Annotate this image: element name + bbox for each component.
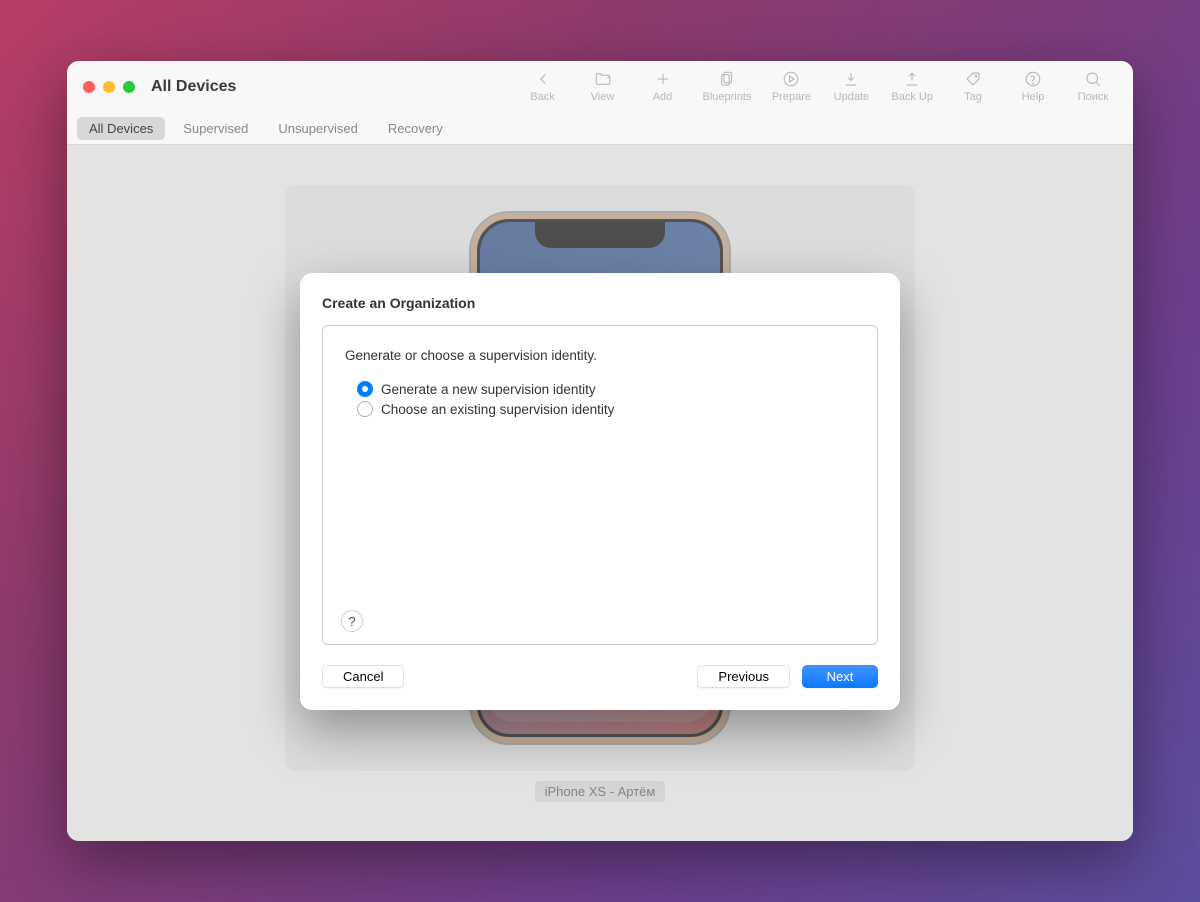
cancel-button[interactable]: Cancel: [322, 665, 404, 688]
toolbar-add[interactable]: Add: [643, 69, 683, 103]
dialog-footer-right: Previous Next: [697, 665, 878, 688]
blueprints-icon: [717, 69, 737, 89]
minimize-window-button[interactable]: [103, 81, 115, 93]
app-window: All Devices Back View Add: [67, 61, 1133, 841]
folder-icon: [593, 69, 613, 89]
titlebar: All Devices Back View Add: [67, 61, 1133, 113]
toolbar-label: View: [591, 91, 615, 103]
toolbar-help[interactable]: Help: [1013, 69, 1053, 103]
toolbar-label: Prepare: [772, 91, 811, 103]
radio-group: Generate a new supervision identity Choo…: [357, 381, 855, 417]
download-icon: [841, 69, 861, 89]
toolbar-prepare[interactable]: Prepare: [771, 69, 811, 103]
toolbar-view[interactable]: View: [583, 69, 623, 103]
tag-icon: [963, 69, 983, 89]
toolbar-label: Blueprints: [703, 91, 752, 103]
toolbar-back[interactable]: Back: [523, 69, 563, 103]
dialog-footer: Cancel Previous Next: [322, 665, 878, 688]
toolbar-blueprints[interactable]: Blueprints: [703, 69, 752, 103]
chevron-left-icon: [533, 69, 553, 89]
tab-supervised[interactable]: Supervised: [171, 117, 260, 140]
toolbar-label: Help: [1022, 91, 1045, 103]
search-icon: [1083, 69, 1103, 89]
toolbar-backup[interactable]: Back Up: [891, 69, 933, 103]
next-button[interactable]: Next: [802, 665, 878, 688]
previous-button[interactable]: Previous: [697, 665, 790, 688]
radio-label: Choose an existing supervision identity: [381, 402, 614, 417]
dialog-help-button[interactable]: ?: [341, 610, 363, 632]
toolbar-label: Add: [653, 91, 673, 103]
tab-unsupervised[interactable]: Unsupervised: [266, 117, 370, 140]
toolbar-label: Update: [834, 91, 869, 103]
toolbar-label: Поиск: [1078, 91, 1108, 103]
window-title: All Devices: [151, 78, 236, 96]
dialog-title: Create an Organization: [322, 295, 878, 311]
close-window-button[interactable]: [83, 81, 95, 93]
toolbar-label: Back Up: [891, 91, 933, 103]
toolbar-tag[interactable]: Tag: [953, 69, 993, 103]
radio-option-choose[interactable]: Choose an existing supervision identity: [357, 401, 855, 417]
traffic-lights: [83, 81, 135, 93]
radio-option-generate[interactable]: Generate a new supervision identity: [357, 381, 855, 397]
radio-button-checked[interactable]: [357, 381, 373, 397]
create-organization-dialog: Create an Organization Generate or choos…: [300, 273, 900, 710]
maximize-window-button[interactable]: [123, 81, 135, 93]
upload-icon: [902, 69, 922, 89]
tab-recovery[interactable]: Recovery: [376, 117, 455, 140]
prepare-icon: [781, 69, 801, 89]
toolbar-search[interactable]: Поиск: [1073, 69, 1113, 103]
help-icon: [1023, 69, 1043, 89]
radio-label: Generate a new supervision identity: [381, 382, 596, 397]
toolbar-label: Tag: [964, 91, 982, 103]
dialog-instruction: Generate or choose a supervision identit…: [345, 348, 855, 363]
tabbar: All Devices Supervised Unsupervised Reco…: [67, 113, 1133, 145]
dialog-content-box: Generate or choose a supervision identit…: [322, 325, 878, 645]
toolbar: Back View Add Blueprints: [523, 69, 1114, 103]
tab-all-devices[interactable]: All Devices: [77, 117, 165, 140]
plus-icon: [653, 69, 673, 89]
toolbar-label: Back: [530, 91, 554, 103]
toolbar-update[interactable]: Update: [831, 69, 871, 103]
radio-button-unchecked[interactable]: [357, 401, 373, 417]
